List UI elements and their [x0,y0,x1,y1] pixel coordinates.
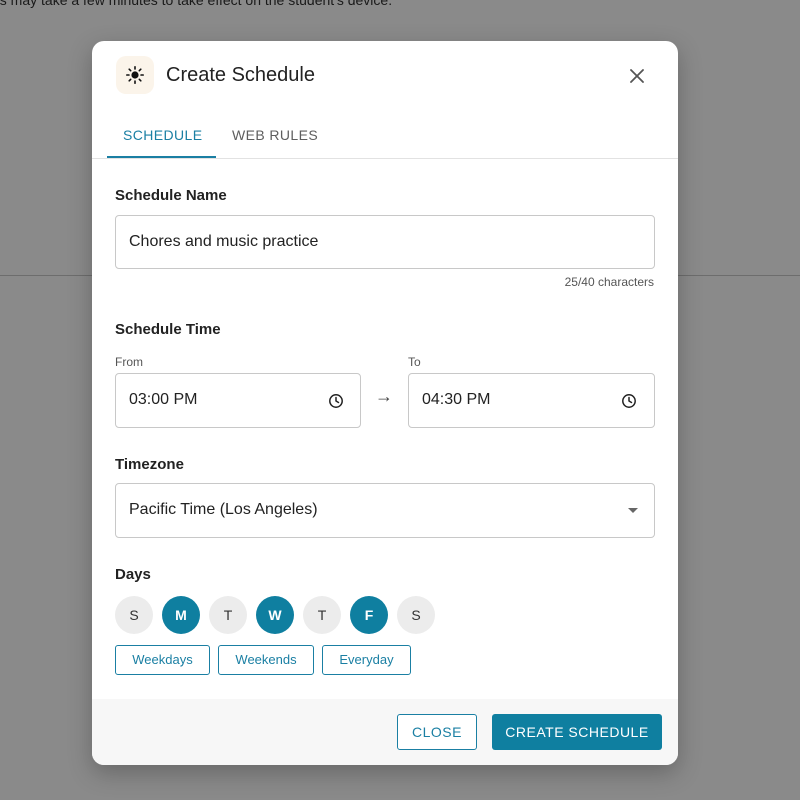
schedule-name-value: Chores and music practice [129,233,319,250]
clock-icon[interactable] [328,393,344,414]
day-friday[interactable]: F [350,596,388,634]
day-wednesday[interactable]: W [256,596,294,634]
tab-schedule[interactable]: SCHEDULE [123,127,202,143]
to-label: To [408,355,421,369]
schedule-name-input[interactable]: Chores and music practice [115,215,655,269]
weekends-button[interactable]: Weekends [218,645,314,675]
schedule-time-label: Schedule Time [115,321,221,338]
dialog-footer: CLOSE CREATE SCHEDULE [92,699,678,765]
dialog-tabs: SCHEDULE WEB RULES [92,111,678,159]
day-saturday[interactable]: S [397,596,435,634]
timezone-select[interactable]: Pacific Time (Los Angeles) [115,483,655,538]
chevron-down-icon[interactable] [628,508,638,513]
day-tuesday[interactable]: T [209,596,247,634]
sun-icon [116,56,154,94]
from-time-value: 03:00 PM [129,391,198,408]
close-button[interactable]: CLOSE [397,714,477,750]
character-counter: 25/40 characters [564,275,654,289]
active-tab-indicator [107,156,216,158]
clock-icon[interactable] [621,393,637,414]
close-icon[interactable] [624,63,650,89]
days-label: Days [115,566,151,583]
everyday-button[interactable]: Everyday [322,645,411,675]
from-time-input[interactable]: 03:00 PM [115,373,361,428]
day-thursday[interactable]: T [303,596,341,634]
from-label: From [115,355,143,369]
schedule-name-label: Schedule Name [115,187,227,204]
dialog-header: Create Schedule [92,41,678,111]
day-sunday[interactable]: S [115,596,153,634]
create-schedule-button[interactable]: CREATE SCHEDULE [492,714,662,750]
create-schedule-dialog: Create Schedule SCHEDULE WEB RULES Sched… [92,41,678,765]
to-time-input[interactable]: 04:30 PM [408,373,655,428]
timezone-value: Pacific Time (Los Angeles) [129,501,318,518]
weekdays-button[interactable]: Weekdays [115,645,210,675]
tab-web-rules[interactable]: WEB RULES [232,127,318,143]
background-notice-text: es may take a few minutes to take effect… [0,0,393,8]
to-time-value: 04:30 PM [422,391,491,408]
day-monday[interactable]: M [162,596,200,634]
timezone-label: Timezone [115,456,184,473]
dialog-title: Create Schedule [166,64,315,86]
range-arrow: → [375,386,393,406]
